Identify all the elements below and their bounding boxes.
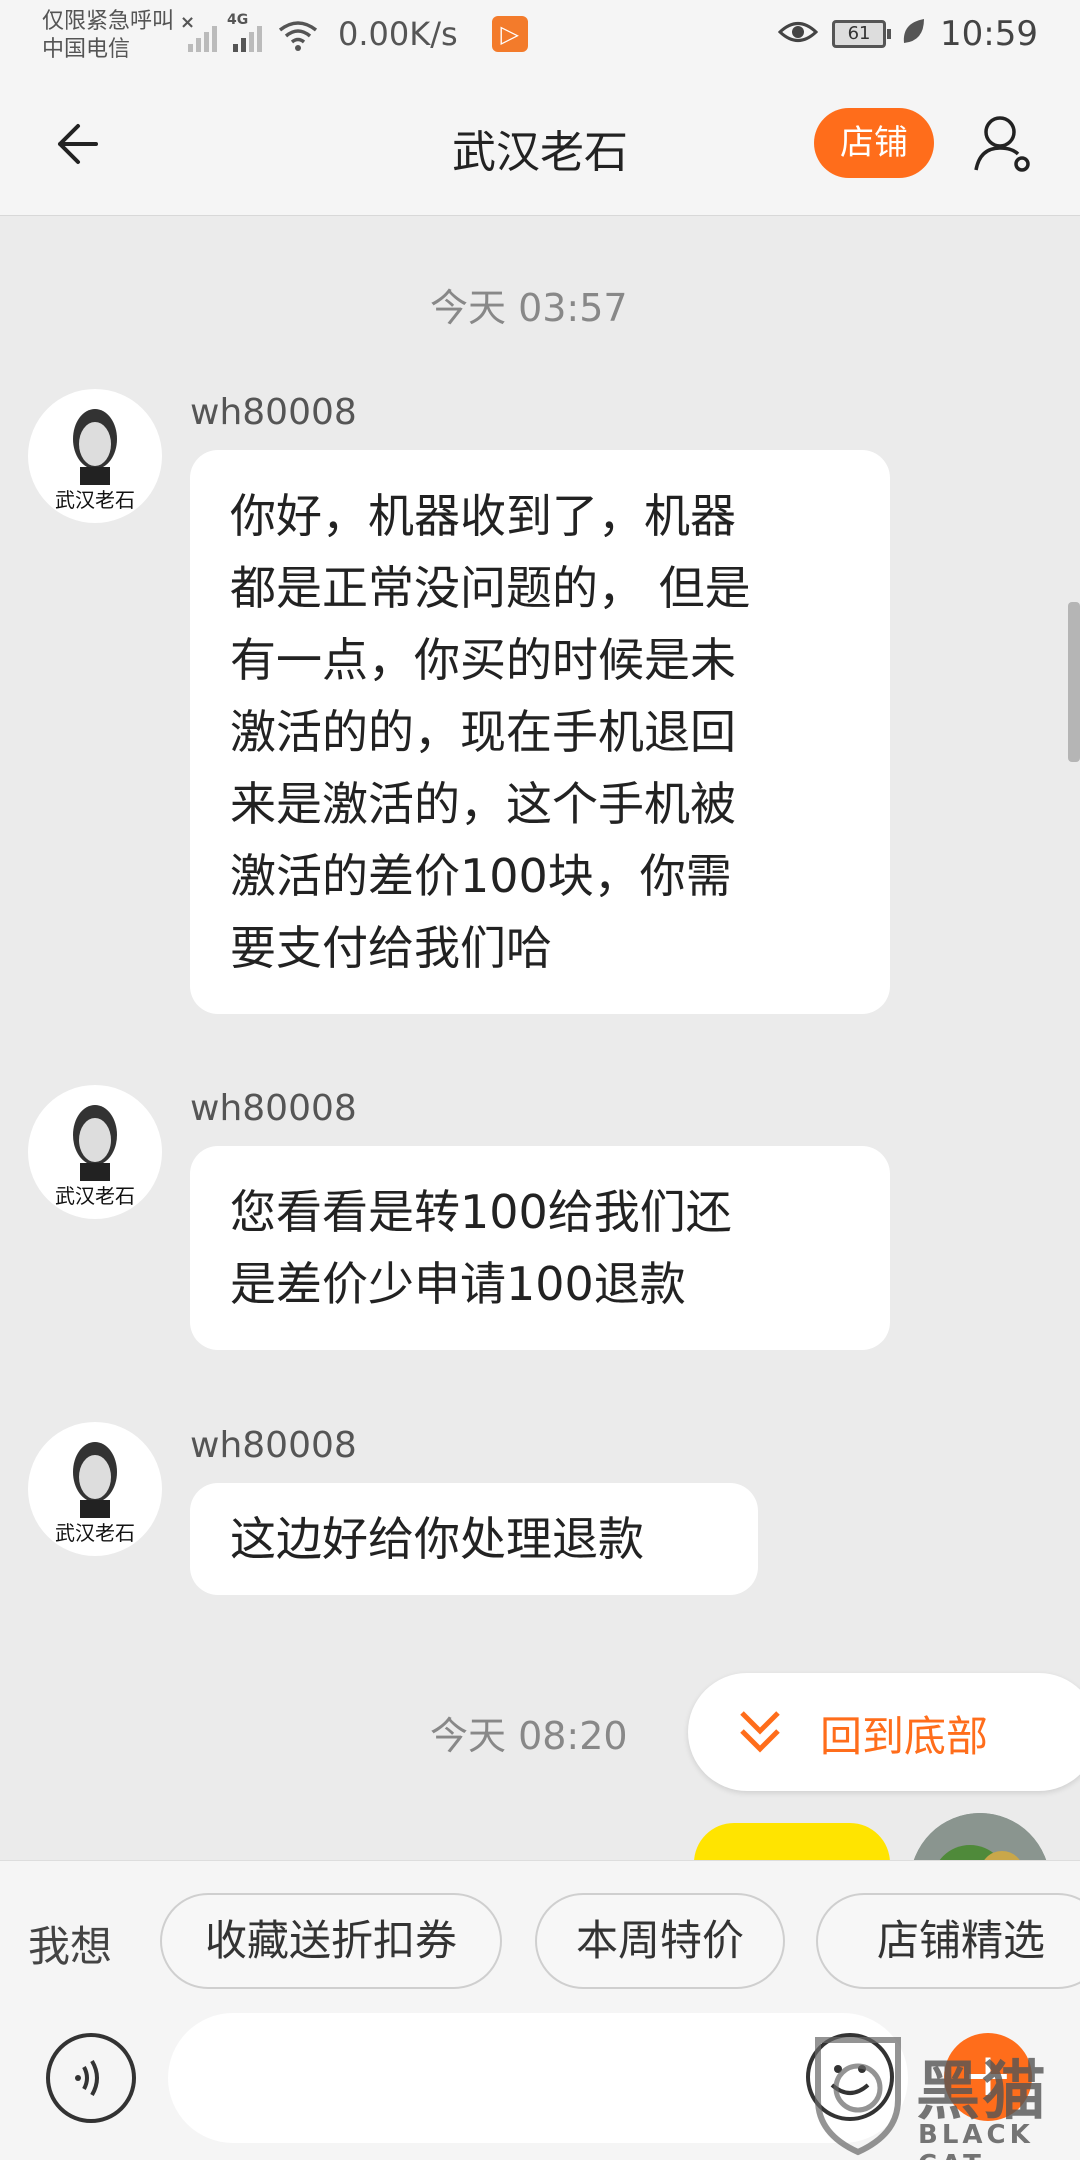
chat-header: 武汉老石 店铺	[0, 70, 1080, 216]
signal-group: × 4G 0.00K/s ▷	[180, 12, 528, 53]
chat-scroll-area[interactable]: 今天 03:57 武汉老石 wh80008 你好，机器收到了，机器 都是正常没问…	[0, 217, 1080, 1860]
quick-bar-label: 我想	[28, 1922, 113, 1971]
chat-timestamp: 今天 03:57	[430, 286, 628, 330]
sender-name: wh80008	[190, 1088, 357, 1129]
avatar-text: 武汉老石	[55, 1184, 135, 1208]
voice-input-icon[interactable]	[46, 2033, 136, 2123]
plus-more-icon[interactable]: +	[944, 2033, 1032, 2121]
user-settings-icon[interactable]	[972, 110, 1038, 176]
chip-favorite-coupon[interactable]: 收藏送折扣券	[160, 1893, 502, 1989]
back-to-bottom-button[interactable]: 回到底部	[688, 1673, 1080, 1791]
clock: 10:59	[940, 14, 1038, 54]
back-to-bottom-label: 回到底部	[820, 1712, 989, 1761]
avatar[interactable]: 武汉老石	[28, 1085, 162, 1219]
emoji-icon[interactable]	[806, 2033, 894, 2121]
self-avatar[interactable]	[910, 1813, 1050, 1860]
signal-sim1-icon: ×	[180, 12, 217, 52]
emergency-text: 仅限紧急呼叫	[42, 9, 175, 34]
self-message-bubble[interactable]	[694, 1823, 890, 1860]
power-saving-leaf-icon	[900, 17, 926, 51]
network-tag: 4G	[227, 12, 249, 28]
app-notification-icon: ▷	[491, 16, 528, 52]
signal-sim2-icon: 4G	[227, 12, 262, 52]
sender-name: wh80008	[190, 1425, 357, 1466]
avatar-text: 武汉老石	[55, 488, 135, 512]
avatar-text: 武汉老石	[55, 1521, 135, 1545]
battery-icon: 61	[832, 20, 892, 48]
carrier-name: 中国电信	[42, 37, 131, 62]
status-right: 61 10:59	[777, 14, 1038, 54]
net-speed: 0.00K/s	[338, 15, 458, 53]
message-bubble[interactable]: 这边好给你处理退款	[190, 1483, 758, 1595]
avatar[interactable]: 武汉老石	[28, 389, 162, 523]
avatar[interactable]: 武汉老石	[28, 1422, 162, 1556]
message-bubble[interactable]: 您看看是转100给我们还 是差价少申请100退款	[190, 1146, 890, 1350]
chip-shop-picks[interactable]: 店铺精选	[816, 1893, 1080, 1989]
eye-comfort-icon	[777, 17, 819, 51]
message-input[interactable]	[168, 2013, 908, 2143]
scrollbar-thumb[interactable]	[1068, 602, 1080, 762]
double-chevron-down-icon	[740, 1711, 780, 1753]
message-bubble[interactable]: 你好，机器收到了，机器 都是正常没问题的， 但是 有一点，你买的时候是未 激活的…	[190, 450, 890, 1014]
status-bar: 仅限紧急呼叫 中国电信 × 4G 0.00K/s ▷ 61 10:59	[0, 0, 1080, 70]
wifi-icon	[278, 18, 318, 52]
chip-weekly-special[interactable]: 本周特价	[535, 1893, 785, 1989]
bottom-panel: 我想 收藏送折扣券 本周特价 店铺精选 +	[0, 1860, 1080, 2160]
shop-button[interactable]: 店铺	[814, 108, 934, 178]
chat-timestamp: 今天 08:20	[430, 1714, 628, 1758]
status-left: 仅限紧急呼叫 中国电信	[42, 8, 174, 64]
sender-name: wh80008	[190, 392, 357, 433]
